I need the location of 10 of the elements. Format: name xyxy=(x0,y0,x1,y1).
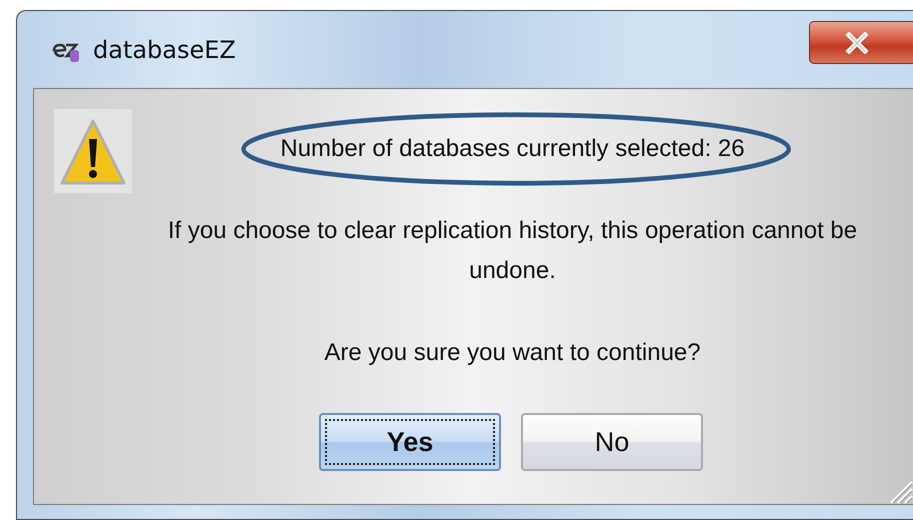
warning-icon xyxy=(54,109,132,193)
window-title: databaseEZ xyxy=(93,36,236,64)
message-text: If you choose to clear replication history, this operation cannot be undone. xyxy=(168,217,858,284)
message-text: Number of databases currently selected: 26 xyxy=(280,135,745,162)
resize-grip-icon[interactable] xyxy=(889,480,913,504)
close-icon xyxy=(844,32,870,54)
dialog-button[interactable]: Yes xyxy=(319,413,501,471)
dialog-button[interactable]: No xyxy=(521,413,703,471)
message-text: Are you sure you want to continue? xyxy=(324,339,701,366)
close-button[interactable] xyxy=(809,21,913,64)
